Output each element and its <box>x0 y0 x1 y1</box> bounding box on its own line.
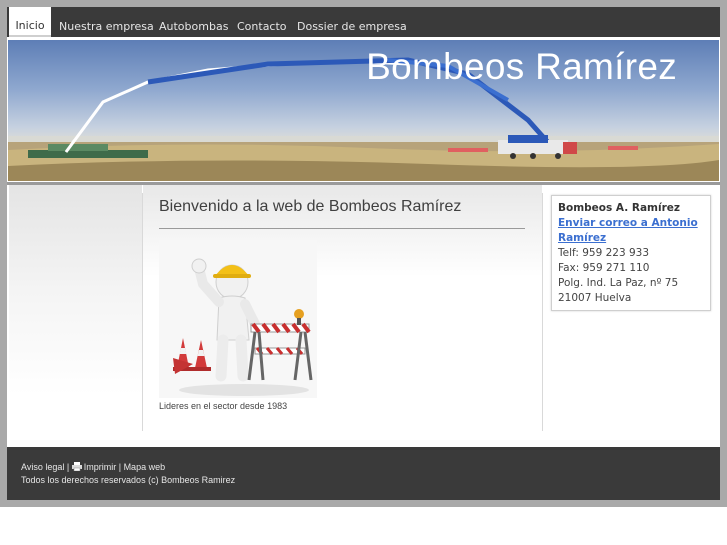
aviso-legal-link[interactable]: Aviso legal <box>21 462 64 472</box>
mapa-web-link[interactable]: Mapa web <box>124 462 166 472</box>
page: Inicio Nuestra empresa Autobombas Contac… <box>7 7 720 500</box>
header-banner: Bombeos Ramírez <box>8 40 719 181</box>
nav-item-dossier[interactable]: Dossier de empresa <box>297 7 407 37</box>
phone-number: Telf: 959 223 933 <box>558 247 650 259</box>
company-name: Bombeos A. Ramírez <box>558 202 681 214</box>
column-divider-right <box>542 193 543 431</box>
nav-item-nuestra-empresa[interactable]: Nuestra empresa <box>59 7 154 37</box>
printer-icon[interactable] <box>71 462 82 472</box>
footer: Aviso legal | Imprimir | Mapa web Todos … <box>7 447 720 500</box>
nav-item-autobombas[interactable]: Autobombas <box>159 7 228 37</box>
top-nav: Inicio Nuestra empresa Autobombas Contac… <box>7 7 720 37</box>
construction-worker-figure-with-barrier <box>159 240 317 398</box>
footer-separator: | <box>64 462 72 472</box>
heading-divider <box>159 228 525 229</box>
city-address: 21007 Huelva <box>558 292 632 304</box>
copyright-text: Todos los derechos reservados (c) Bombeo… <box>21 475 236 485</box>
image-caption: Lideres en el sector desde 1983 <box>159 401 288 411</box>
contact-box: Bombeos A. Ramírez Enviar correo a Anton… <box>551 195 711 311</box>
page-heading: Bienvenido a la web de Bombeos Ramírez <box>159 198 462 215</box>
email-link-continued[interactable]: Ramírez <box>558 232 606 244</box>
street-address: Polg. Ind. La Paz, nº 75 <box>558 277 679 289</box>
site-title: Bombeos Ramírez <box>366 46 677 87</box>
left-sidebar <box>9 185 142 447</box>
imprimir-link[interactable]: Imprimir <box>84 462 117 472</box>
construction-worker-image <box>159 240 317 398</box>
footer-links: Aviso legal | Imprimir | Mapa web <box>21 462 165 472</box>
nav-item-contacto[interactable]: Contacto <box>237 7 287 37</box>
nav-item-inicio[interactable]: Inicio <box>9 7 51 37</box>
fax-number: Fax: 959 271 110 <box>558 262 650 274</box>
column-divider-left <box>142 193 143 431</box>
page-frame: Inicio Nuestra empresa Autobombas Contac… <box>0 0 727 507</box>
footer-separator: | <box>116 462 124 472</box>
email-link[interactable]: Enviar correo a Antonio <box>558 217 698 229</box>
